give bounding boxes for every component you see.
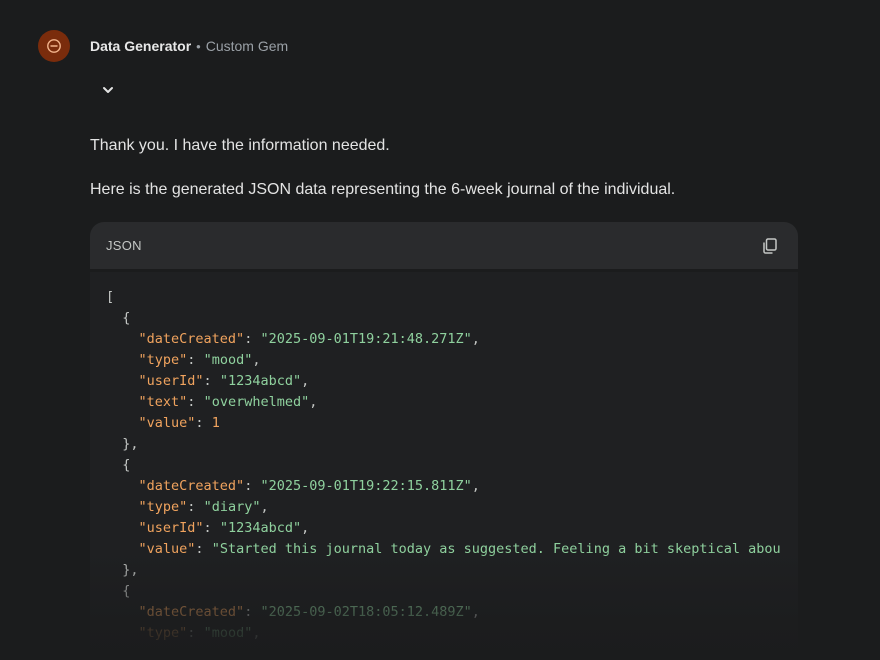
code-token-str: "2025-09-02T18:05:12.489Z" xyxy=(260,604,472,620)
code-token-key: "type" xyxy=(138,352,188,368)
expand-thoughts-button[interactable] xyxy=(96,78,120,102)
code-token-num: 1 xyxy=(211,415,220,431)
code-token-punc xyxy=(106,478,139,494)
code-token-str: "Started this journal today as suggested… xyxy=(211,541,781,557)
code-body: [ { "dateCreated": "2025-09-01T19:21:48.… xyxy=(90,272,798,660)
copy-code-button[interactable] xyxy=(758,234,782,258)
code-token-punc: , xyxy=(301,520,310,536)
response-header: Data Generator • Custom Gem xyxy=(38,30,288,62)
code-token-key: "dateCreated" xyxy=(138,331,245,347)
code-line: "userId": "1234abcd", xyxy=(106,518,798,539)
response-paragraph-1: Thank you. I have the information needed… xyxy=(90,137,390,154)
code-line: "dateCreated": "2025-09-02T18:05:12.489Z… xyxy=(106,602,798,623)
code-token-punc: , xyxy=(260,499,269,515)
code-token-punc xyxy=(106,604,139,620)
code-token-str: "diary" xyxy=(203,499,261,515)
code-token-punc: , xyxy=(252,625,261,641)
code-line: { xyxy=(106,308,798,329)
code-token-punc: : xyxy=(244,478,261,494)
code-token-punc: { xyxy=(106,583,131,599)
chevron-down-icon xyxy=(103,87,113,93)
code-token-key: "dateCreated" xyxy=(138,478,245,494)
code-token-punc xyxy=(106,541,139,557)
code-token-punc: : xyxy=(244,331,261,347)
code-line: }, xyxy=(106,434,798,455)
code-line: "value": 1 xyxy=(106,413,798,434)
chat-page: Data Generator • Custom Gem Thank you. I… xyxy=(0,0,880,660)
code-token-key: "dateCreated" xyxy=(138,604,245,620)
code-block: JSON [ { "dateCreated": "2025-09-01T19:2… xyxy=(90,222,798,660)
code-token-key: "userId" xyxy=(138,520,204,536)
code-token-key: "text" xyxy=(138,394,188,410)
code-token-punc xyxy=(106,415,139,431)
code-token-punc: , xyxy=(471,604,480,620)
code-token-str: "1234abcd" xyxy=(219,373,302,389)
code-line: "type": "diary", xyxy=(106,497,798,518)
code-token-key: "value" xyxy=(138,541,196,557)
code-line: "type": "mood", xyxy=(106,623,798,644)
code-token-key: "userId" xyxy=(138,373,204,389)
code-token-punc: : xyxy=(187,352,204,368)
code-token-punc xyxy=(106,331,139,347)
copy-icon xyxy=(763,237,777,254)
code-token-punc: : xyxy=(244,604,261,620)
code-line: "dateCreated": "2025-09-01T19:22:15.811Z… xyxy=(106,476,798,497)
code-line: [ xyxy=(106,287,798,308)
code-token-key: "type" xyxy=(138,625,188,641)
code-token-str: "mood" xyxy=(203,625,253,641)
code-block-header: JSON xyxy=(90,222,798,269)
code-language-label: JSON xyxy=(106,238,142,253)
code-token-str: "2025-09-01T19:22:15.811Z" xyxy=(260,478,472,494)
code-token-punc xyxy=(106,625,139,641)
code-token-punc: : xyxy=(195,415,212,431)
code-line: }, xyxy=(106,560,798,581)
code-token-punc xyxy=(106,352,139,368)
code-token-punc xyxy=(106,394,139,410)
gem-avatar[interactable] xyxy=(38,30,70,62)
code-token-punc: { xyxy=(106,457,131,473)
code-token-key: "type" xyxy=(138,499,188,515)
circle-minus-icon xyxy=(47,39,61,53)
code-token-punc: : xyxy=(187,394,204,410)
code-token-punc xyxy=(106,373,139,389)
code-content: [ { "dateCreated": "2025-09-01T19:21:48.… xyxy=(90,272,798,644)
code-line: "type": "mood", xyxy=(106,350,798,371)
code-line: "value": "Started this journal today as … xyxy=(106,539,798,560)
code-token-punc: : xyxy=(195,541,212,557)
gem-type-label: Custom Gem xyxy=(205,38,289,54)
response-paragraph-2: Here is the generated JSON data represen… xyxy=(90,181,676,198)
code-token-punc: : xyxy=(203,520,220,536)
code-token-punc xyxy=(106,520,139,536)
code-token-punc xyxy=(106,499,139,515)
code-token-punc: [ xyxy=(106,289,115,305)
code-token-punc: }, xyxy=(106,436,139,452)
header-separator: • xyxy=(196,38,201,54)
code-token-str: "2025-09-01T19:21:48.271Z" xyxy=(260,331,472,347)
code-token-punc: , xyxy=(471,478,480,494)
code-token-punc: { xyxy=(106,310,131,326)
code-token-punc: : xyxy=(187,625,204,641)
code-token-punc: , xyxy=(309,394,318,410)
code-line: { xyxy=(106,455,798,476)
code-line: "dateCreated": "2025-09-01T19:21:48.271Z… xyxy=(106,329,798,350)
gem-name: Data Generator xyxy=(90,38,192,54)
code-token-key: "value" xyxy=(138,415,196,431)
code-line: { xyxy=(106,581,798,602)
code-token-punc: : xyxy=(203,373,220,389)
code-token-str: "overwhelmed" xyxy=(203,394,310,410)
code-token-punc: , xyxy=(252,352,261,368)
code-token-punc: : xyxy=(187,499,204,515)
code-token-punc: , xyxy=(471,331,480,347)
code-line: "userId": "1234abcd", xyxy=(106,371,798,392)
code-line: "text": "overwhelmed", xyxy=(106,392,798,413)
code-token-punc: , xyxy=(301,373,310,389)
code-token-str: "1234abcd" xyxy=(219,520,302,536)
code-token-punc: }, xyxy=(106,562,139,578)
code-token-str: "mood" xyxy=(203,352,253,368)
